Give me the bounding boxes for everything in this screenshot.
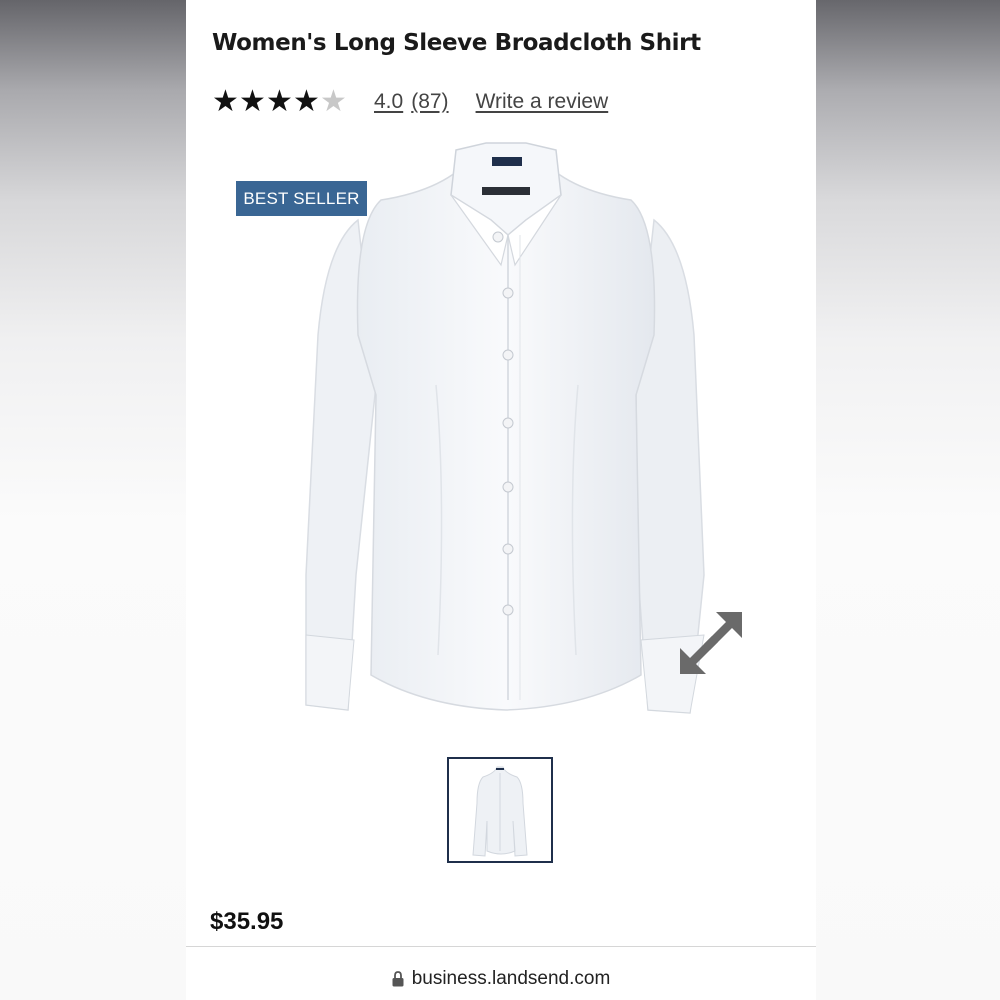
star-icon: ★ (266, 85, 293, 118)
expand-icon[interactable] (680, 612, 742, 674)
thumbnail-shirt-image (472, 766, 528, 857)
product-title: Women's Long Sleeve Broadcloth Shirt (212, 30, 701, 56)
product-page: Women's Long Sleeve Broadcloth Shirt ★ ★… (186, 0, 816, 1000)
lock-icon (392, 971, 404, 987)
review-count-link[interactable]: (87) (411, 90, 448, 114)
product-image[interactable] (286, 135, 726, 725)
star-icon: ★ (212, 85, 239, 118)
browser-url-text: business.landsend.com (411, 968, 611, 989)
write-review-link[interactable]: Write a review (476, 90, 609, 114)
background-right (816, 0, 1000, 1000)
star-rating[interactable]: ★ ★ ★ ★ ★ (212, 87, 347, 117)
background-left (0, 0, 186, 1000)
rating-row: ★ ★ ★ ★ ★ 4.0 (87) Write a review (212, 86, 608, 118)
browser-url-bar[interactable]: business.landsend.com (186, 965, 816, 993)
best-seller-badge: BEST SELLER (236, 181, 367, 216)
thumbnail-image[interactable] (447, 757, 553, 863)
divider (186, 946, 816, 947)
star-icon: ★ (293, 85, 320, 118)
star-icon: ★ (239, 85, 266, 118)
star-icon: ★ (320, 85, 347, 118)
rating-value-link[interactable]: 4.0 (374, 90, 403, 114)
product-price: $35.95 (210, 908, 284, 935)
